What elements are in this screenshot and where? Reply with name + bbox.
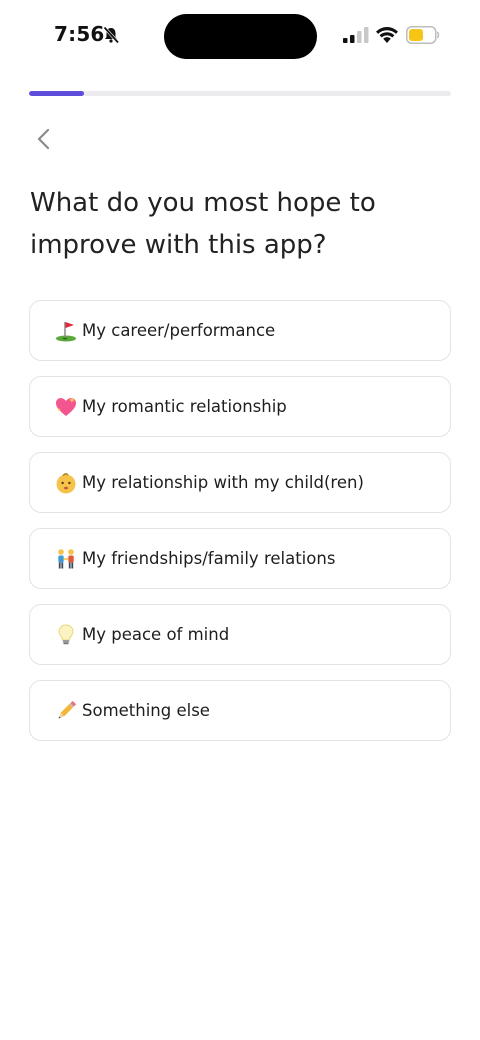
option-label: Something else: [82, 701, 210, 720]
cellular-signal-icon: [343, 27, 369, 43]
option-label: My career/performance: [82, 321, 276, 340]
light-bulb-icon: [54, 623, 78, 647]
bell-muted-icon: [103, 26, 120, 44]
baby-face-icon: [54, 471, 78, 495]
option-peace-of-mind[interactable]: My peace of mind: [29, 604, 451, 665]
option-romantic[interactable]: My romantic relationship: [29, 376, 451, 437]
dynamic-island: [164, 14, 317, 59]
option-career[interactable]: My career/performance: [29, 300, 451, 361]
onboarding-progress-bar: [29, 91, 451, 96]
sparkling-heart-icon: [54, 395, 78, 419]
people-holding-hands-icon: [54, 547, 78, 571]
option-child[interactable]: My relationship with my child(ren): [29, 452, 451, 513]
status-bar: 7:56: [0, 0, 480, 72]
chevron-left-icon: [37, 128, 50, 150]
battery-icon: [406, 26, 440, 44]
option-label: My romantic relationship: [82, 397, 287, 416]
golf-flag-icon: [54, 319, 78, 343]
wifi-icon: [376, 27, 398, 43]
option-friendships[interactable]: My friendships/family relations: [29, 528, 451, 589]
back-button[interactable]: [28, 124, 60, 154]
option-label: My relationship with my child(ren): [82, 473, 364, 492]
status-time: 7:56: [54, 22, 105, 46]
option-label: My peace of mind: [82, 625, 230, 644]
progress-fill: [29, 91, 84, 96]
pencil-icon: [54, 699, 78, 723]
options-list: My career/performance My romantic relati…: [29, 300, 451, 756]
question-title: What do you most hope to improve with th…: [30, 188, 376, 260]
option-label: My friendships/family relations: [82, 549, 336, 568]
option-something-else[interactable]: Something else: [29, 680, 451, 741]
